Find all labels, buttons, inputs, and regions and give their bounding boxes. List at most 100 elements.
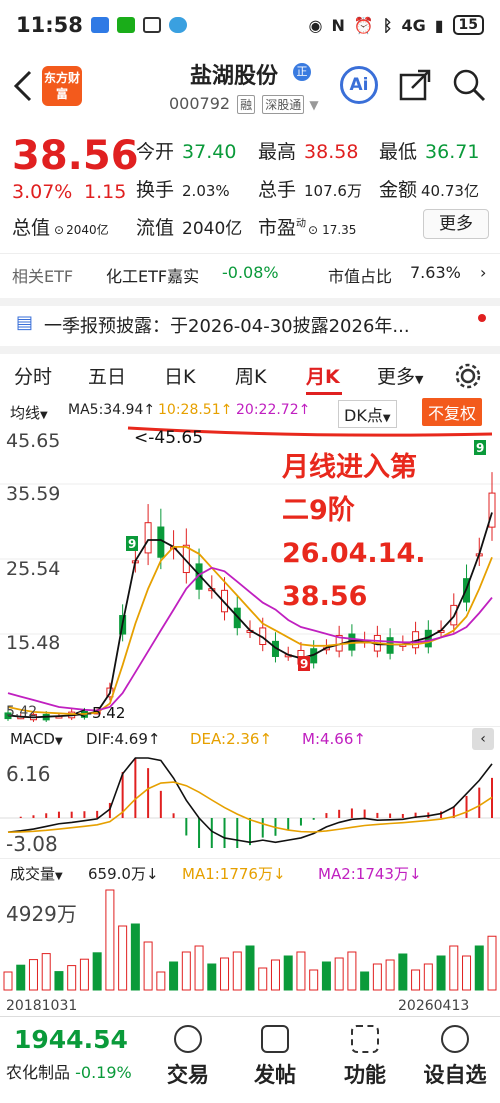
turnover-label: 换手 (136, 179, 175, 201)
volume-bar (118, 925, 128, 991)
volume-bar (462, 955, 472, 991)
search-icon[interactable] (452, 68, 486, 102)
high-value: 38.58 (304, 141, 359, 163)
ma5-value: MA5:34.94↑ (68, 402, 156, 418)
volume-bar (16, 964, 26, 991)
function-button[interactable]: 功能 (330, 1025, 400, 1089)
ai-assistant-button[interactable]: Ai (340, 66, 378, 104)
volume-bar (270, 959, 280, 991)
volume-bar (474, 945, 484, 991)
volume-bar (283, 955, 293, 991)
notice-icon: ▤ (16, 312, 34, 333)
volume-bar (41, 953, 51, 991)
volume-bar (156, 971, 166, 991)
turnover-value: 2.03% (182, 182, 230, 200)
etf-name: 化工ETF嘉实 (106, 267, 200, 286)
amount-label: 金额 (379, 179, 418, 201)
adjust-toggle[interactable]: 不复权 (422, 398, 483, 426)
stock-code-row[interactable]: 000792 融 深股通 ▼ (169, 94, 319, 114)
collapse-icon[interactable]: ‹ (472, 728, 494, 750)
app-logo[interactable]: 东方财富 (42, 66, 82, 106)
volume-bar (321, 961, 331, 991)
td-top-9: 9 (128, 537, 136, 551)
ma10-value: 10:28.51↑ (158, 402, 233, 418)
post-button[interactable]: 发帖 (240, 1025, 310, 1089)
macd-dif: DIF:4.69↑ (86, 730, 161, 748)
app-notification-icon (90, 17, 109, 33)
info-icon[interactable]: ⊙ (308, 223, 318, 237)
tab-monthly[interactable]: 月K (306, 362, 340, 389)
related-etf-row[interactable]: 相关ETF 化工ETF嘉实 -0.08% 市值占比 7.63% › (0, 253, 500, 291)
tab-daily[interactable]: 日K (164, 362, 195, 389)
price-tick: 25.54 (6, 558, 61, 580)
sector-index-value[interactable]: 1944.54 (14, 1025, 128, 1054)
macd-min: -3.08 (6, 832, 58, 856)
etf-ratio: 7.63% (410, 263, 461, 282)
td-down-9: 9 (300, 657, 308, 671)
status-badge: 正 (293, 63, 311, 81)
date-start: 20181031 (6, 998, 78, 1014)
volume-bar (130, 923, 140, 991)
tab-weekly[interactable]: 周K (235, 362, 266, 389)
browser-icon (168, 17, 187, 33)
volume-bar (309, 969, 319, 991)
more-dots-icon (441, 1025, 469, 1053)
trade-button[interactable]: 交易 (153, 1025, 223, 1089)
low-label: 最低 (379, 141, 418, 163)
alarm-icon: ⏰ (353, 15, 374, 35)
td-recent-9: 9 (476, 441, 484, 455)
sector-index-row[interactable]: 农化制品 -0.19% (6, 1059, 132, 1083)
settings-gear-icon[interactable] (454, 362, 482, 390)
open-value: 37.40 (182, 141, 237, 163)
macd-chart[interactable] (0, 752, 500, 856)
high-label: 最高 (258, 141, 297, 163)
status-time: 11:58 (16, 13, 83, 37)
open-label: 今开 (136, 141, 175, 163)
margin-tag: 融 (237, 95, 256, 114)
volume-bar (207, 963, 217, 991)
float-label: 流值 (136, 217, 175, 239)
ma-selector[interactable]: 均线▼ (10, 402, 48, 423)
volume-bar (411, 969, 421, 991)
more-button[interactable]: 更多 (423, 209, 489, 239)
volume-label: 总手 (258, 179, 297, 201)
etf-ratio-label: 市值占比 (328, 267, 393, 286)
volume-ma2: MA2:1743万↓ (318, 865, 422, 883)
volume-bar (232, 951, 242, 991)
quote-panel: 38.56 3.07% 1.15 今开 37.40 最高 38.58 最低 36.71… (0, 125, 500, 245)
price-tick: 5.42 (6, 704, 38, 720)
price-tick: 15.48 (6, 632, 61, 654)
volume-ma1: MA1:1776万↓ (182, 865, 286, 883)
volume-max: 4929万 (6, 902, 77, 926)
macd-selector[interactable]: MACD▼ (10, 730, 63, 748)
float-value: 2040亿 (182, 219, 243, 239)
network-label: 4G (401, 15, 426, 35)
volume-bar (105, 889, 115, 991)
handwritten-note: 月线进入第 二9阶 26.04.14. 38.56 (282, 452, 426, 612)
tab-5day[interactable]: 五日 (88, 362, 126, 389)
share-icon[interactable] (398, 68, 432, 102)
add-watchlist-button[interactable]: 设自选 (420, 1025, 490, 1089)
tab-more[interactable]: 更多▼ (377, 362, 423, 389)
volume-bar (385, 959, 395, 991)
volume-selector[interactable]: 成交量▼ (10, 863, 63, 884)
info-icon[interactable]: ⊙ (54, 223, 64, 237)
wechat-icon (116, 17, 135, 33)
volume-bar (245, 945, 255, 991)
change-value: 1.15 (84, 181, 127, 203)
volume-bar (436, 955, 446, 991)
grid-icon (351, 1025, 379, 1053)
period-tabs: 分时 五日 日K 周K 月K 更多▼ (0, 346, 500, 395)
volume-value: 107.6万 (304, 182, 362, 200)
back-icon[interactable] (10, 70, 34, 102)
macd-m: M:4.66↑ (302, 730, 366, 748)
tab-intraday[interactable]: 分时 (14, 362, 52, 389)
date-end: 20260413 (398, 998, 470, 1014)
volume-bar (372, 963, 382, 991)
notice-row[interactable]: ▤ 一季报预披露：于2026-04-30披露2026年... (0, 298, 500, 342)
current-price: 38.56 (12, 133, 139, 179)
sector-change: -0.19% (75, 1063, 132, 1082)
volume-bar: 成交量▼ 659.0万↓ MA1:1776万↓ MA2:1743万↓ (0, 858, 500, 886)
pe-sup: 动 (296, 218, 307, 230)
status-bar: 11:58 ◉ N ⏰ ᛒ 4G ▮ 15 (0, 0, 500, 50)
